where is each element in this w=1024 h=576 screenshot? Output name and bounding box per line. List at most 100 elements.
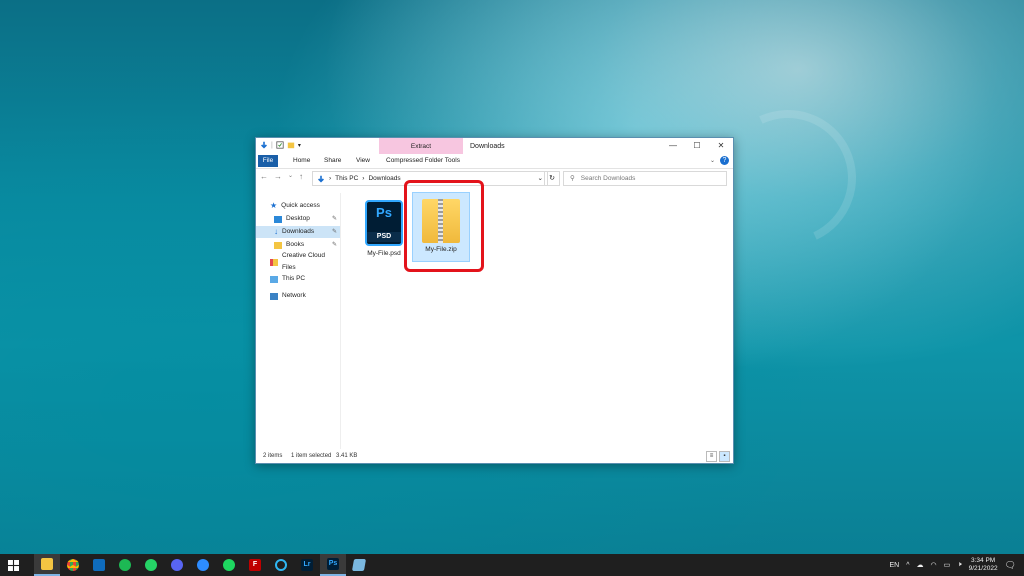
- file-list: Ps PSD My-File.psd My-File.zip: [342, 188, 733, 449]
- discord-icon: [171, 559, 183, 571]
- separator: |: [271, 141, 273, 149]
- taskbar-notepad[interactable]: [346, 554, 372, 576]
- search-icon: ⚲: [570, 175, 575, 182]
- ps-logo-text: Ps: [376, 205, 392, 220]
- sidebar-item-network[interactable]: Network: [256, 290, 340, 302]
- outlook-icon: [93, 559, 105, 571]
- creative-cloud-icon: [270, 258, 278, 266]
- sidebar-item-downloads[interactable]: ↓ Downloads ✎: [256, 226, 340, 238]
- network-icon: [270, 292, 278, 300]
- show-hidden-icons-icon[interactable]: ^: [906, 562, 909, 569]
- selection-info: 1 item selected: [291, 453, 332, 459]
- filezilla-icon: F: [249, 559, 261, 571]
- taskbar-chrome[interactable]: [60, 554, 86, 576]
- clock-time: 3:34 PM: [970, 557, 996, 564]
- title-bar: | ▾ Extract Downloads — ☐ ✕: [256, 138, 733, 154]
- notepad-icon: [351, 559, 367, 571]
- selection-size: 3.41 KB: [336, 453, 358, 459]
- start-button[interactable]: [0, 554, 26, 576]
- recent-locations-icon[interactable]: ⌄: [288, 172, 293, 181]
- battery-icon[interactable]: ▭: [944, 561, 951, 569]
- help-icon[interactable]: ?: [720, 156, 729, 165]
- whatsapp-icon: [145, 559, 157, 571]
- taskbar-outlook[interactable]: [86, 554, 112, 576]
- pin-icon[interactable]: ✎: [332, 226, 337, 238]
- window-controls: — ☐ ✕: [661, 138, 733, 154]
- forward-arrow-icon[interactable]: →: [274, 172, 282, 181]
- status-bar: 2 items 1 item selected 3.41 KB ≡ ▪: [256, 449, 733, 463]
- navigation-buttons: ← → ⌄ ↑: [260, 172, 303, 181]
- lightroom-icon: Lr: [301, 559, 313, 571]
- sidebar-item-label: Desktop: [286, 215, 310, 222]
- details-view-icon[interactable]: ≡: [706, 451, 717, 462]
- minimize-icon[interactable]: —: [661, 138, 685, 154]
- spotify-alt-icon: [223, 559, 235, 571]
- sidebar-item-this-pc[interactable]: This PC: [256, 273, 340, 285]
- tab-share[interactable]: Share: [319, 155, 346, 167]
- close-icon[interactable]: ✕: [709, 138, 733, 154]
- window-title: Downloads: [470, 143, 505, 150]
- volume-muted-icon[interactable]: 🕨: [957, 561, 961, 569]
- taskbar-file-explorer[interactable]: [34, 554, 60, 576]
- tab-home[interactable]: Home: [288, 155, 315, 167]
- sidebar-item-creative-cloud[interactable]: Creative Cloud Files: [256, 252, 340, 271]
- view-toggle: ≡ ▪: [706, 451, 730, 462]
- breadcrumb-downloads[interactable]: Downloads: [368, 172, 400, 185]
- address-bar-row: ← → ⌄ ↑ › This PC › Downloads ⌄ ↻ ⚲ Searc…: [256, 169, 733, 187]
- desktop-folder-icon: [274, 215, 282, 223]
- sidebar-item-label: Network: [282, 292, 306, 299]
- computer-icon: [270, 275, 278, 283]
- highlight-box: [404, 180, 484, 272]
- expand-ribbon-icon[interactable]: ⌄: [710, 157, 715, 164]
- taskbar-zoom[interactable]: [190, 554, 216, 576]
- tab-file[interactable]: File: [258, 155, 278, 167]
- large-icons-view-icon[interactable]: ▪: [719, 451, 730, 462]
- refresh-icon[interactable]: ↻: [544, 171, 560, 186]
- download-arrow-icon: ↓: [274, 227, 278, 236]
- folder-icon: [274, 241, 282, 249]
- up-arrow-icon[interactable]: ↑: [299, 172, 303, 181]
- taskbar-discord[interactable]: [164, 554, 190, 576]
- sidebar-item-label: Quick access: [281, 202, 320, 209]
- onedrive-icon[interactable]: ☁: [916, 561, 923, 569]
- tab-compressed-folder-tools[interactable]: Compressed Folder Tools: [381, 155, 465, 167]
- search-input[interactable]: ⚲ Search Downloads: [563, 171, 727, 186]
- tab-view[interactable]: View: [351, 155, 375, 167]
- pin-icon[interactable]: ✎: [332, 213, 337, 225]
- download-arrow-icon: [318, 175, 324, 183]
- sidebar-item-quick-access[interactable]: ★ Quick access: [256, 200, 340, 212]
- zoom-icon: [197, 559, 209, 571]
- psd-badge: PSD: [367, 232, 401, 242]
- sidebar-item-desktop[interactable]: Desktop ✎: [256, 213, 340, 225]
- back-arrow-icon[interactable]: ←: [260, 172, 268, 181]
- clock[interactable]: 3:34 PM 9/21/2022: [969, 557, 998, 573]
- breadcrumb-chevron-icon: ›: [362, 175, 365, 182]
- qat-dropdown-icon[interactable]: ▾: [298, 142, 301, 149]
- sidebar-item-label: This PC: [282, 275, 306, 282]
- language-indicator[interactable]: EN: [889, 562, 899, 569]
- taskbar-spotify-alt[interactable]: [216, 554, 242, 576]
- notifications-icon[interactable]: 🗨: [1005, 560, 1016, 571]
- extract-context-tab[interactable]: Extract: [379, 138, 463, 154]
- wifi-icon[interactable]: ◠: [930, 561, 936, 569]
- ribbon-tabs: File Home Share View Compressed Folder T…: [256, 154, 733, 169]
- maximize-icon[interactable]: ☐: [685, 138, 709, 154]
- cortana-icon: [275, 559, 287, 571]
- system-tray: EN ^ ☁ ◠ ▭ 🕨 3:34 PM 9/21/2022 🗨: [889, 554, 1024, 576]
- taskbar-lightroom[interactable]: Lr: [294, 554, 320, 576]
- sidebar-item-label: Downloads: [282, 228, 315, 235]
- properties-icon[interactable]: [276, 141, 284, 149]
- taskbar-filezilla[interactable]: F: [242, 554, 268, 576]
- new-folder-icon[interactable]: [287, 141, 295, 149]
- breadcrumb-this-pc[interactable]: This PC: [335, 172, 358, 185]
- item-count: 2 items: [263, 453, 283, 459]
- sidebar-item-label: Creative Cloud Files: [281, 252, 325, 271]
- taskbar-photoshop[interactable]: Ps: [320, 554, 346, 576]
- taskbar-spotify[interactable]: [112, 554, 138, 576]
- taskbar: F Lr Ps EN ^ ☁ ◠ ▭ 🕨 3:34 PM 9/21/2022 🗨: [0, 554, 1024, 576]
- taskbar-spacer: [26, 554, 34, 576]
- taskbar-whatsapp[interactable]: [138, 554, 164, 576]
- download-arrow-icon[interactable]: [260, 141, 268, 149]
- taskbar-cortana[interactable]: [268, 554, 294, 576]
- address-dropdown-icon[interactable]: ⌄: [538, 172, 543, 185]
